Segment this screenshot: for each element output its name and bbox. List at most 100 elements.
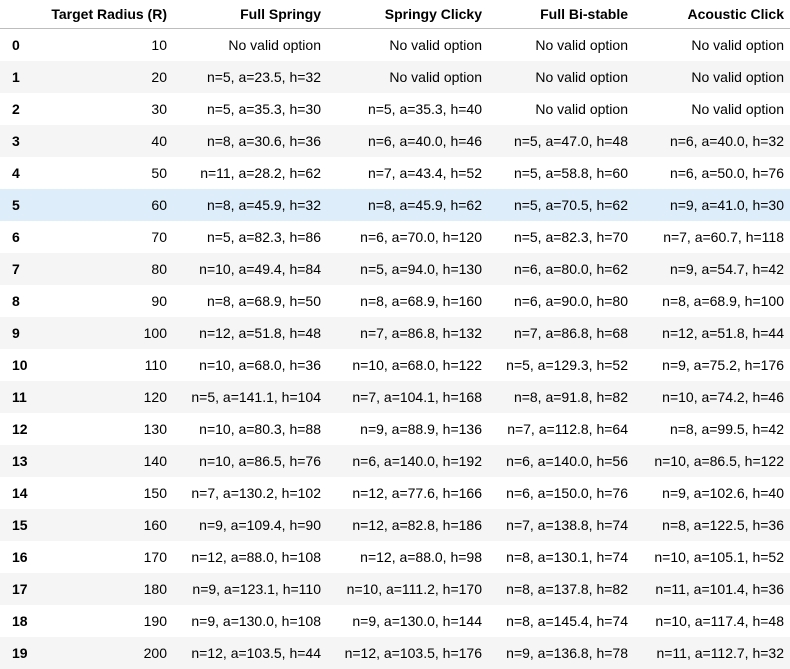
- cell-full-springy: n=5, a=23.5, h=32: [173, 61, 327, 93]
- row-index: 2: [0, 93, 30, 125]
- column-header-springy-clicky: Springy Clicky: [327, 0, 488, 29]
- cell-full-bistable: No valid option: [488, 93, 634, 125]
- cell-springy-clicky: n=10, a=111.2, h=170: [327, 573, 488, 605]
- table-row[interactable]: 11120n=5, a=141.1, h=104n=7, a=104.1, h=…: [0, 381, 790, 413]
- table-row[interactable]: 340n=8, a=30.6, h=36n=6, a=40.0, h=46n=5…: [0, 125, 790, 157]
- table-row[interactable]: 12130n=10, a=80.3, h=88n=9, a=88.9, h=13…: [0, 413, 790, 445]
- cell-springy-clicky: n=7, a=86.8, h=132: [327, 317, 488, 349]
- cell-acoustic-click: n=8, a=99.5, h=42: [634, 413, 790, 445]
- table-row[interactable]: 16170n=12, a=88.0, h=108n=12, a=88.0, h=…: [0, 541, 790, 573]
- row-index: 6: [0, 221, 30, 253]
- cell-springy-clicky: n=6, a=70.0, h=120: [327, 221, 488, 253]
- cell-acoustic-click: n=9, a=41.0, h=30: [634, 189, 790, 221]
- cell-full-bistable: n=8, a=145.4, h=74: [488, 605, 634, 637]
- cell-acoustic-click: n=8, a=68.9, h=100: [634, 285, 790, 317]
- cell-full-springy: n=12, a=51.8, h=48: [173, 317, 327, 349]
- cell-acoustic-click: n=10, a=105.1, h=52: [634, 541, 790, 573]
- column-header-full-bistable: Full Bi-stable: [488, 0, 634, 29]
- cell-acoustic-click: n=11, a=101.4, h=36: [634, 573, 790, 605]
- table-row[interactable]: 230n=5, a=35.3, h=30n=5, a=35.3, h=40No …: [0, 93, 790, 125]
- row-index: 15: [0, 509, 30, 541]
- cell-full-springy: n=5, a=141.1, h=104: [173, 381, 327, 413]
- cell-acoustic-click: No valid option: [634, 93, 790, 125]
- row-index: 12: [0, 413, 30, 445]
- cell-full-springy: n=12, a=88.0, h=108: [173, 541, 327, 573]
- cell-springy-clicky: No valid option: [327, 61, 488, 93]
- cell-full-bistable: n=6, a=140.0, h=56: [488, 445, 634, 477]
- cell-target-radius: 160: [30, 509, 173, 541]
- cell-full-springy: n=10, a=68.0, h=36: [173, 349, 327, 381]
- table-row[interactable]: 890n=8, a=68.9, h=50n=8, a=68.9, h=160n=…: [0, 285, 790, 317]
- cell-acoustic-click: n=8, a=122.5, h=36: [634, 509, 790, 541]
- cell-target-radius: 130: [30, 413, 173, 445]
- table-row[interactable]: 120n=5, a=23.5, h=32No valid optionNo va…: [0, 61, 790, 93]
- cell-full-bistable: n=7, a=112.8, h=64: [488, 413, 634, 445]
- cell-target-radius: 70: [30, 221, 173, 253]
- row-index: 5: [0, 189, 30, 221]
- cell-full-bistable: n=5, a=70.5, h=62: [488, 189, 634, 221]
- cell-acoustic-click: n=10, a=86.5, h=122: [634, 445, 790, 477]
- row-index: 14: [0, 477, 30, 509]
- cell-springy-clicky: n=12, a=82.8, h=186: [327, 509, 488, 541]
- cell-full-bistable: n=7, a=138.8, h=74: [488, 509, 634, 541]
- cell-full-springy: n=9, a=130.0, h=108: [173, 605, 327, 637]
- cell-springy-clicky: n=9, a=130.0, h=144: [327, 605, 488, 637]
- table-row[interactable]: 670n=5, a=82.3, h=86n=6, a=70.0, h=120n=…: [0, 221, 790, 253]
- cell-full-bistable: n=5, a=47.0, h=48: [488, 125, 634, 157]
- cell-springy-clicky: n=7, a=104.1, h=168: [327, 381, 488, 413]
- table-row[interactable]: 010No valid optionNo valid optionNo vali…: [0, 29, 790, 62]
- table-row[interactable]: 9100n=12, a=51.8, h=48n=7, a=86.8, h=132…: [0, 317, 790, 349]
- cell-target-radius: 200: [30, 637, 173, 669]
- table-row[interactable]: 780n=10, a=49.4, h=84n=5, a=94.0, h=130n…: [0, 253, 790, 285]
- cell-springy-clicky: n=9, a=88.9, h=136: [327, 413, 488, 445]
- row-index: 7: [0, 253, 30, 285]
- cell-acoustic-click: n=9, a=54.7, h=42: [634, 253, 790, 285]
- row-index: 13: [0, 445, 30, 477]
- cell-acoustic-click: No valid option: [634, 61, 790, 93]
- cell-full-springy: n=9, a=123.1, h=110: [173, 573, 327, 605]
- cell-full-springy: n=10, a=49.4, h=84: [173, 253, 327, 285]
- cell-full-bistable: n=5, a=58.8, h=60: [488, 157, 634, 189]
- cell-target-radius: 120: [30, 381, 173, 413]
- cell-target-radius: 50: [30, 157, 173, 189]
- cell-full-bistable: n=6, a=150.0, h=76: [488, 477, 634, 509]
- row-index: 8: [0, 285, 30, 317]
- cell-acoustic-click: n=10, a=74.2, h=46: [634, 381, 790, 413]
- row-index: 1: [0, 61, 30, 93]
- table-body: 010No valid optionNo valid optionNo vali…: [0, 29, 790, 669]
- column-header-target-radius: Target Radius (R): [30, 0, 173, 29]
- row-index: 10: [0, 349, 30, 381]
- table-row[interactable]: 18190n=9, a=130.0, h=108n=9, a=130.0, h=…: [0, 605, 790, 637]
- cell-full-bistable: No valid option: [488, 29, 634, 62]
- table-row[interactable]: 15160n=9, a=109.4, h=90n=12, a=82.8, h=1…: [0, 509, 790, 541]
- cell-springy-clicky: n=8, a=45.9, h=62: [327, 189, 488, 221]
- cell-full-bistable: n=9, a=136.8, h=78: [488, 637, 634, 669]
- row-index: 0: [0, 29, 30, 62]
- table-row[interactable]: 560n=8, a=45.9, h=32n=8, a=45.9, h=62n=5…: [0, 189, 790, 221]
- cell-full-bistable: n=6, a=80.0, h=62: [488, 253, 634, 285]
- cell-springy-clicky: n=7, a=43.4, h=52: [327, 157, 488, 189]
- row-index: 4: [0, 157, 30, 189]
- cell-target-radius: 30: [30, 93, 173, 125]
- cell-full-springy: n=8, a=30.6, h=36: [173, 125, 327, 157]
- cell-acoustic-click: n=11, a=112.7, h=32: [634, 637, 790, 669]
- cell-acoustic-click: n=9, a=102.6, h=40: [634, 477, 790, 509]
- table-row[interactable]: 17180n=9, a=123.1, h=110n=10, a=111.2, h…: [0, 573, 790, 605]
- cell-full-bistable: n=6, a=90.0, h=80: [488, 285, 634, 317]
- cell-target-radius: 60: [30, 189, 173, 221]
- cell-full-springy: n=9, a=109.4, h=90: [173, 509, 327, 541]
- cell-springy-clicky: No valid option: [327, 29, 488, 62]
- cell-target-radius: 110: [30, 349, 173, 381]
- row-index: 18: [0, 605, 30, 637]
- table-row[interactable]: 10110n=10, a=68.0, h=36n=10, a=68.0, h=1…: [0, 349, 790, 381]
- cell-target-radius: 140: [30, 445, 173, 477]
- row-index: 3: [0, 125, 30, 157]
- table-row[interactable]: 19200n=12, a=103.5, h=44n=12, a=103.5, h…: [0, 637, 790, 669]
- table-row[interactable]: 14150n=7, a=130.2, h=102n=12, a=77.6, h=…: [0, 477, 790, 509]
- cell-full-springy: n=10, a=80.3, h=88: [173, 413, 327, 445]
- table-row[interactable]: 13140n=10, a=86.5, h=76n=6, a=140.0, h=1…: [0, 445, 790, 477]
- cell-springy-clicky: n=8, a=68.9, h=160: [327, 285, 488, 317]
- table-row[interactable]: 450n=11, a=28.2, h=62n=7, a=43.4, h=52n=…: [0, 157, 790, 189]
- cell-springy-clicky: n=6, a=40.0, h=46: [327, 125, 488, 157]
- cell-full-springy: n=5, a=82.3, h=86: [173, 221, 327, 253]
